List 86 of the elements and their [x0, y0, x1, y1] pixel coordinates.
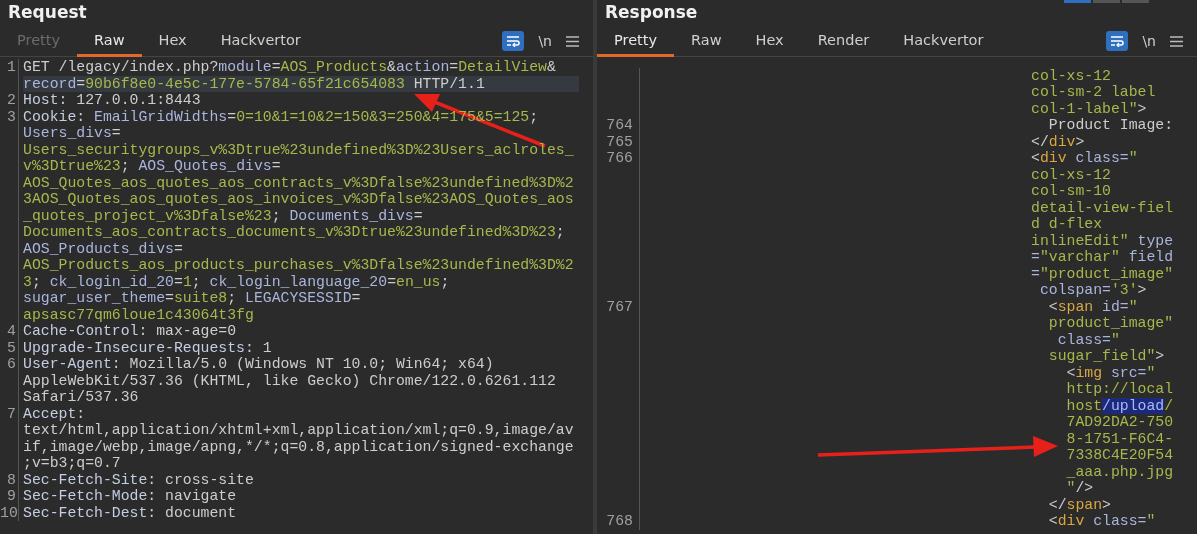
code-line: ="varchar" field [1031, 249, 1175, 266]
code-line: Accept: [23, 405, 87, 422]
code-line: http://local [1065, 381, 1175, 398]
code-line: Product Image: [1047, 117, 1175, 134]
view-tab[interactable]: Raw [674, 26, 739, 57]
code-line: col-xs-12 [1031, 166, 1112, 183]
code-line: <div class=" [1047, 513, 1157, 530]
code-line: ="product_image" [1031, 265, 1175, 282]
code-line: Cache-Control: max-age=0 [23, 323, 238, 340]
code-line: AppleWebKit/537.36 (KHTML, like Gecko) Chrome/122.0.6261.112 [23, 372, 557, 389]
code-line: col-xs-12 [1031, 67, 1112, 84]
line-number: 5 [7, 339, 16, 356]
code-line: _quotes_project_v%3Dfalse%23; Documents_divs= [23, 207, 424, 224]
code-line: Host: 127.0.0.1:8443 [23, 92, 202, 109]
line-number: 768 [606, 513, 633, 529]
view-tab[interactable]: Hex [738, 26, 801, 57]
view-tab[interactable]: Hackvertor [886, 26, 1001, 57]
code-line: ;v=b3;q=0.7 [23, 455, 122, 472]
code-line: if,image/webp,image/apng,*/*;q=0.8,application/signed-exchange [23, 438, 575, 455]
code-line: Users_securitygroups_v%3Dtrue%23undefined%3D%23Users_aclroles_ [23, 141, 575, 158]
menu-icon[interactable] [1170, 35, 1183, 47]
view-toggle[interactable] [1064, 0, 1149, 3]
code-line: 3; ck_login_id_20=1; ck_login_language_20=en_us; [23, 273, 451, 290]
panel-title: Request [8, 2, 87, 22]
code-line: Upgrade-Insecure-Requests: 1 [23, 339, 273, 356]
line-number: 2 [7, 92, 16, 108]
code-line: 7338C4E20F54 [1065, 447, 1175, 464]
line-number: 7 [7, 405, 16, 422]
code-line: </span> [1047, 496, 1112, 513]
code-line: col-sm-2 label [1031, 84, 1157, 101]
line-number: 766 [606, 150, 633, 166]
code-line: v%3Dtrue%23; AOS_Quotes_divs= [23, 158, 282, 175]
code-line: <span id=" [1047, 298, 1139, 315]
code-line: User-Agent: Mozilla/5.0 (Windows NT 10.0; Win64; x64) [23, 356, 495, 373]
line-number: 10 [0, 504, 18, 521]
line-number: 1 [7, 59, 16, 75]
code-line: class=" [1056, 331, 1121, 348]
view-tab[interactable]: Raw [77, 26, 142, 57]
line-number: 765 [606, 133, 633, 150]
code-line: AOS_Products_divs= [23, 240, 184, 257]
code-line: sugar_user_theme=suite8; LEGACYSESSID= [23, 290, 362, 307]
code-line: _aaa.php.jpg [1065, 463, 1175, 480]
line-number: 3 [7, 108, 16, 125]
code-line: Sec-Fetch-Site: cross-site [23, 471, 255, 488]
code-line: Sec-Fetch-Dest: document [23, 504, 238, 521]
newline-toggle[interactable]: \n [1128, 26, 1170, 56]
line-number: 8 [7, 471, 16, 488]
newline-toggle[interactable]: \n [524, 26, 566, 56]
code-line: 3AOS_Quotes_aos_quotes_aos_invoices_v%3Dfalse%23AOS_Quotes_aos [23, 191, 575, 208]
code-line: 7AD92DA2-750 [1065, 414, 1175, 431]
code-line: Safari/537.36 [23, 389, 140, 406]
code-line: Users_divs= [23, 125, 122, 142]
line-number: 767 [606, 298, 633, 315]
view-tab[interactable]: Render [800, 26, 887, 57]
panel-title: Response [605, 2, 698, 22]
code-line: Documents_aos_contracts_documents_v%3Dtrue%23undefined%3D%23; [23, 224, 566, 241]
word-wrap-icon[interactable] [502, 31, 525, 51]
code-line: col-1-label"> [1031, 100, 1148, 117]
line-number: 6 [7, 356, 16, 372]
code-line: Sec-Fetch-Mode: navigate [23, 488, 238, 505]
code-line: inlineEdit" type [1031, 232, 1175, 249]
code-line: 8-1751-F6C4- [1065, 430, 1175, 447]
code-line: <img src=" [1065, 364, 1157, 381]
code-line: colspan='3'> [1038, 282, 1148, 299]
code-line: GET /legacy/index.php?module=AOS_Products&action=DetailView& [23, 59, 557, 76]
code-line: AOS_Products_aos_products_purchases_v%3Dfalse%23undefined%3D%2 [23, 257, 575, 274]
menu-icon[interactable] [566, 35, 579, 47]
code-line: <div class=" [1031, 150, 1139, 167]
line-number: 9 [7, 488, 16, 504]
code-line: apsasc77qm6loue1c43064t3fg [23, 306, 255, 323]
code-line: product_image" [1047, 315, 1175, 332]
code-line: col-sm-10 [1031, 183, 1112, 200]
code-line: host/upload/ [1065, 397, 1175, 414]
view-tab[interactable]: Hackvertor [203, 26, 318, 57]
line-number: 764 [606, 117, 633, 133]
code-line: d d-flex [1031, 216, 1104, 233]
code-line: </div> [1031, 133, 1086, 150]
code-line: AOS_Quotes_aos_quotes_aos_contracts_v%3Dfalse%23undefined%3D%2 [23, 174, 575, 191]
view-tab[interactable]: Pretty [597, 26, 674, 57]
code-line: "/> [1065, 480, 1095, 497]
line-number: 4 [7, 323, 16, 339]
code-line: text/html,application/xhtml+xml,application/xml;q=0.9,image/av [23, 422, 575, 439]
code-line: detail-view-fiel [1031, 199, 1175, 216]
word-wrap-icon[interactable] [1106, 31, 1129, 51]
code-line: sugar_field"> [1047, 348, 1166, 365]
view-tab[interactable]: Hex [141, 26, 204, 57]
